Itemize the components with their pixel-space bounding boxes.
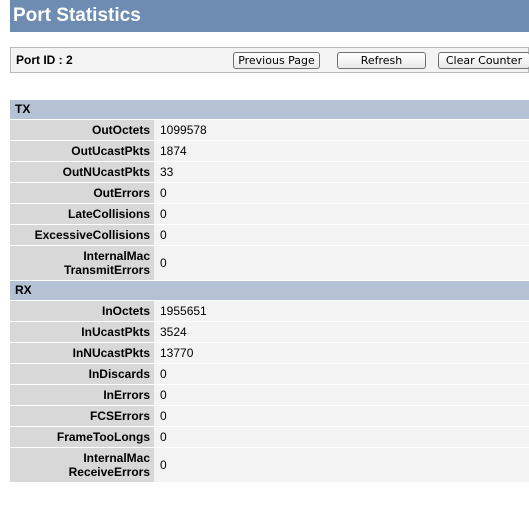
stat-label: OutNUcastPkts — [10, 162, 154, 182]
tx-section-header: TX — [10, 100, 529, 119]
stat-label: OutOctets — [10, 120, 154, 140]
stat-label: InUcastPkts — [10, 322, 154, 342]
table-row: FrameTooLongs 0 — [10, 427, 529, 447]
stat-label: InErrors — [10, 385, 154, 405]
rx-section-header: RX — [10, 281, 529, 300]
table-row: InUcastPkts 3524 — [10, 322, 529, 342]
table-row: LateCollisions 0 — [10, 204, 529, 224]
table-row: InDiscards 0 — [10, 364, 529, 384]
stat-label: InternalMac TransmitErrors — [10, 246, 154, 280]
stat-value: 0 — [154, 183, 529, 203]
stat-value: 0 — [154, 246, 529, 280]
stat-value: 0 — [154, 225, 529, 245]
port-statistics-table: TX OutOctets 1099578 OutUcastPkts 1874 O… — [10, 99, 529, 483]
refresh-button[interactable]: Refresh — [337, 52, 426, 69]
stat-value: 33 — [154, 162, 529, 182]
table-row: InNUcastPkts 13770 — [10, 343, 529, 363]
stat-label: InOctets — [10, 301, 154, 321]
stat-label: OutUcastPkts — [10, 141, 154, 161]
stat-label: FCSErrors — [10, 406, 154, 426]
stat-label: ExcessiveCollisions — [10, 225, 154, 245]
table-row: InOctets 1955651 — [10, 301, 529, 321]
stat-label: InDiscards — [10, 364, 154, 384]
page-title: Port Statistics — [10, 0, 529, 32]
stat-label: InternalMac ReceiveErrors — [10, 448, 154, 482]
stat-label-line2: ReceiveErrors — [68, 465, 150, 479]
previous-page-button[interactable]: Previous Page — [233, 52, 320, 69]
stat-label: FrameTooLongs — [10, 427, 154, 447]
stat-value: 3524 — [154, 322, 529, 342]
stat-label: InNUcastPkts — [10, 343, 154, 363]
stat-label: OutErrors — [10, 183, 154, 203]
stat-label-line1: InternalMac — [83, 451, 150, 465]
port-id-label: Port ID : 2 — [16, 53, 73, 67]
stat-label: LateCollisions — [10, 204, 154, 224]
table-row: InternalMac ReceiveErrors 0 — [10, 448, 529, 482]
stat-value: 0 — [154, 427, 529, 447]
table-row: OutOctets 1099578 — [10, 120, 529, 140]
stat-value: 13770 — [154, 343, 529, 363]
port-toolbar: Port ID : 2 Previous Page Refresh Clear … — [10, 47, 529, 73]
tx-header-label: TX — [10, 100, 529, 119]
stat-value: 0 — [154, 406, 529, 426]
stat-value: 0 — [154, 204, 529, 224]
table-row: InternalMac TransmitErrors 0 — [10, 246, 529, 280]
clear-counter-button[interactable]: Clear Counter — [438, 52, 529, 69]
stat-value: 1955651 — [154, 301, 529, 321]
stat-value: 1099578 — [154, 120, 529, 140]
stat-value: 0 — [154, 448, 529, 482]
stat-value: 0 — [154, 385, 529, 405]
table-row: FCSErrors 0 — [10, 406, 529, 426]
table-row: OutErrors 0 — [10, 183, 529, 203]
stat-label-line1: InternalMac — [83, 249, 150, 263]
stat-value: 0 — [154, 364, 529, 384]
rx-header-label: RX — [10, 281, 529, 300]
stat-label-line2: TransmitErrors — [63, 263, 150, 277]
table-row: OutUcastPkts 1874 — [10, 141, 529, 161]
table-row: InErrors 0 — [10, 385, 529, 405]
table-row: ExcessiveCollisions 0 — [10, 225, 529, 245]
table-row: OutNUcastPkts 33 — [10, 162, 529, 182]
stat-value: 1874 — [154, 141, 529, 161]
